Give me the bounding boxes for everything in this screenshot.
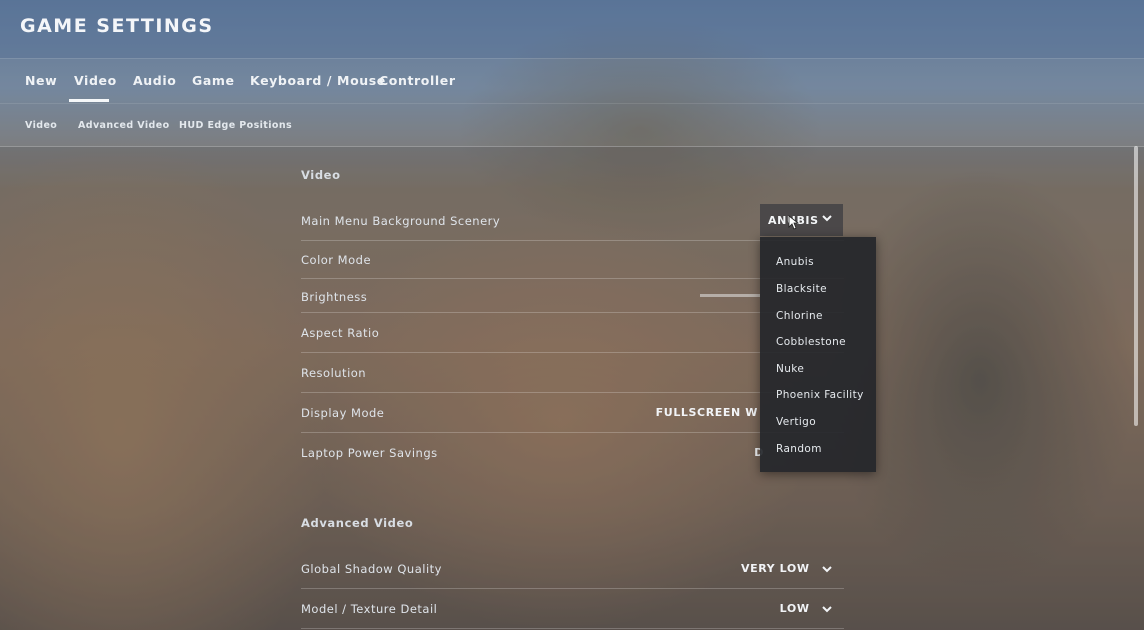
setting-label: Main Menu Background Scenery [301,214,501,228]
setting-label: Laptop Power Savings [301,446,438,460]
tab-game[interactable]: Game [192,73,235,88]
select-value: LOW [779,602,810,615]
background-scenery-select[interactable]: ANUBIS [760,204,843,236]
setting-label: Brightness [301,290,368,304]
dropdown-option-phoenix-facility[interactable]: Phoenix Facility [776,389,864,401]
dropdown-option-cobblestone[interactable]: Cobblestone [776,336,846,348]
page-title: GAME SETTINGS [20,15,214,37]
chevron-down-icon [822,215,832,222]
model-texture-detail-select[interactable]: LOW [780,602,832,615]
dropdown-option-blacksite[interactable]: Blacksite [776,283,827,295]
scrollbar[interactable] [1134,146,1138,426]
settings-panel: Video Main Menu Background Scenery Color… [0,146,1144,630]
dropdown-option-random[interactable]: Random [776,443,822,455]
display-mode-value[interactable]: FULLSCREEN W [656,406,758,419]
select-value: VERY LOW [740,562,810,575]
tab-keyboard-mouse[interactable]: Keyboard / Mouse [250,73,386,88]
main-tabs: New Video Audio Game Keyboard / Mouse Co… [0,58,1144,103]
setting-label: Color Mode [301,253,372,267]
brightness-slider[interactable] [700,294,760,297]
tab-video[interactable]: Video [74,73,117,88]
section-title-advanced-video: Advanced Video [301,516,414,530]
setting-row-model-texture-detail: Model / Texture Detail LOW [301,588,844,629]
section-title-video: Video [301,168,341,182]
dropdown-option-anubis[interactable]: Anubis [776,256,814,268]
background-scenery-dropdown: Anubis Blacksite Chlorine Cobblestone Nu… [760,237,876,472]
subtab-video[interactable]: Video [25,120,57,131]
chevron-down-icon [822,605,832,612]
setting-label: Resolution [301,366,367,380]
global-shadow-quality-select[interactable]: VERY LOW [741,562,832,575]
tab-new[interactable]: New [25,73,57,88]
sub-tabs: Video Advanced Video HUD Edge Positions [0,103,1144,147]
dropdown-option-nuke[interactable]: Nuke [776,363,804,375]
setting-row-global-shadow-quality: Global Shadow Quality VERY LOW [301,548,844,589]
setting-label: Model / Texture Detail [301,602,438,616]
chevron-down-icon [822,565,832,572]
setting-label: Aspect Ratio [301,326,380,340]
setting-label: Global Shadow Quality [301,562,442,576]
subtab-hud-edge-positions[interactable]: HUD Edge Positions [179,120,292,131]
subtab-advanced-video[interactable]: Advanced Video [78,120,170,131]
dropdown-option-chlorine[interactable]: Chlorine [776,310,823,322]
tab-audio[interactable]: Audio [133,73,176,88]
mouse-cursor-icon [788,215,799,230]
tab-controller[interactable]: Controller [379,73,456,88]
dropdown-option-vertigo[interactable]: Vertigo [776,416,816,428]
setting-label: Display Mode [301,406,385,420]
active-tab-indicator [69,99,109,102]
header-bar: GAME SETTINGS [0,0,1144,58]
